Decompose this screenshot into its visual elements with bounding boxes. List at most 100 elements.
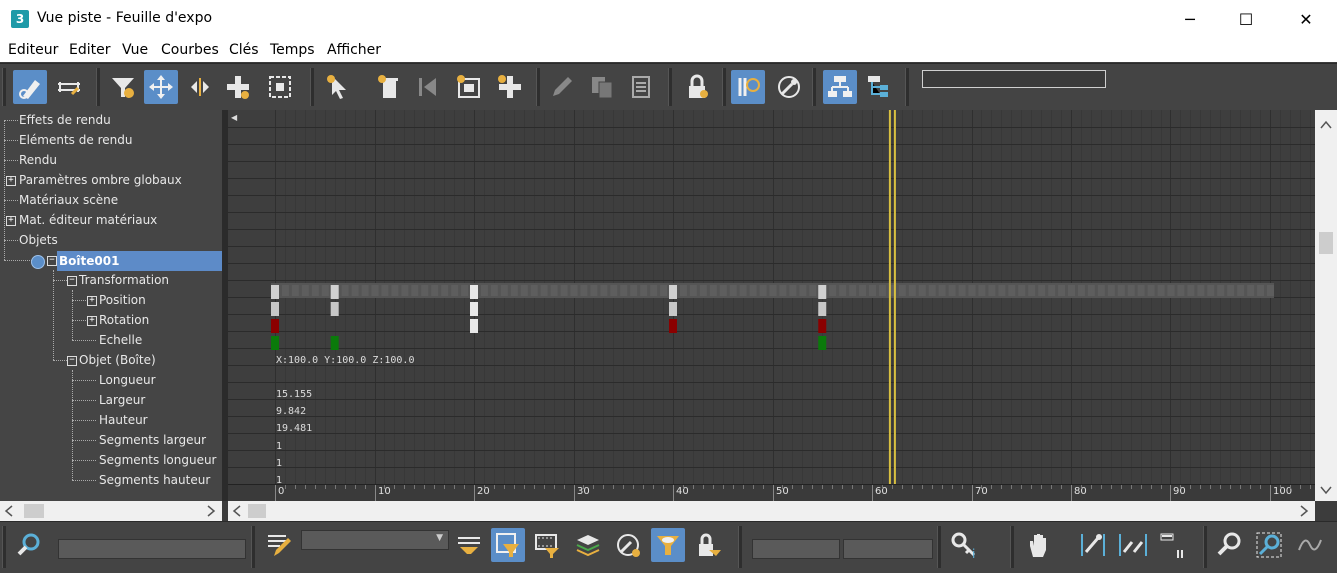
select-pointer-icon[interactable] <box>322 70 356 104</box>
track-horizontal-scrollbar[interactable] <box>228 501 1315 521</box>
tree-item-segments-longueur[interactable]: Segments longueur <box>0 450 222 470</box>
tree-item-rotation[interactable]: + Rotation <box>0 310 222 330</box>
menu-afficher[interactable]: Afficher <box>327 42 381 58</box>
show-key-icon[interactable] <box>772 70 806 104</box>
ruler-minor-tick <box>1290 485 1291 489</box>
paste-icon[interactable] <box>624 70 658 104</box>
copy-icon[interactable] <box>585 70 619 104</box>
collapse-icon[interactable]: − <box>67 276 77 286</box>
vertical-scrollbar[interactable] <box>1315 110 1337 501</box>
key-info-icon[interactable]: i <box>948 528 982 562</box>
menu-temps[interactable]: Temps <box>270 42 315 58</box>
region-icon[interactable] <box>452 70 486 104</box>
filter-visible-icon[interactable] <box>571 528 605 562</box>
tree-item-effets-de-rendu[interactable]: Effets de rendu <box>0 110 222 130</box>
range-cell <box>759 285 767 296</box>
value-field[interactable] <box>843 539 933 559</box>
key-marker <box>470 319 478 333</box>
dope-sheet[interactable]: ◀ X:100.0 Y:100.0 Z:100.0 15.155 9.842 1… <box>228 110 1315 484</box>
key-marker <box>470 285 478 299</box>
tree-item-elements-de-rendu[interactable]: Eléments de rendu <box>0 130 222 150</box>
tree-item-mat-editeur-materiaux[interactable]: + Mat. éditeur matériaux <box>0 210 222 230</box>
filter-selected-icon[interactable] <box>452 528 486 562</box>
edit-track-icon[interactable] <box>262 528 296 562</box>
zoom-icon[interactable] <box>12 528 46 562</box>
range-cell <box>988 285 996 296</box>
filter-controllers-icon[interactable] <box>611 528 645 562</box>
zoom-icon-2[interactable] <box>1212 528 1246 562</box>
ruler-minor-tick <box>1111 485 1112 489</box>
tree-item-boite001[interactable]: − Boîte001 <box>0 251 222 271</box>
lock-selection-icon[interactable] <box>691 528 725 562</box>
maximize-button[interactable]: ☐ <box>1223 0 1269 38</box>
tree-item-segments-hauteur[interactable]: Segments hauteur <box>0 470 222 490</box>
tree-horizontal-scrollbar[interactable] <box>0 501 222 521</box>
tree-item-parametres-ombre-globaux[interactable]: + Paramètres ombre globaux <box>0 170 222 190</box>
collapse-arrow-icon[interactable]: ◀ <box>231 113 237 122</box>
range-cell <box>1147 285 1155 296</box>
tree-item-transformation[interactable]: − Transformation <box>0 270 222 290</box>
edit-ranges-icon[interactable] <box>731 70 765 104</box>
pencil-icon[interactable] <box>545 70 579 104</box>
track-dropdown[interactable]: ▼ <box>301 530 449 550</box>
chevron-down-icon: ▼ <box>436 533 443 543</box>
expand-icon[interactable]: + <box>6 176 16 186</box>
tree-item-longueur[interactable]: Longueur <box>0 370 222 390</box>
filter-keys-icon[interactable] <box>13 70 47 104</box>
menu-vue[interactable]: Vue <box>122 42 148 58</box>
frame-horizontal-icon[interactable] <box>1076 528 1110 562</box>
snap-frames-icon[interactable] <box>52 70 86 104</box>
ruler-minor-tick <box>1300 485 1301 489</box>
expand-icon[interactable]: + <box>87 316 97 326</box>
filter-layers-icon[interactable] <box>531 528 565 562</box>
time-ruler[interactable]: 0 10 20 30 40 50 60 70 80 90 100 <box>228 484 1315 502</box>
range-cell <box>978 285 986 296</box>
isolate-curve-icon[interactable] <box>1293 528 1327 562</box>
move-keys-icon[interactable] <box>144 70 178 104</box>
collapse-icon[interactable]: − <box>67 356 77 366</box>
expand-icon[interactable]: + <box>6 216 16 226</box>
menu-cles[interactable]: Clés <box>229 42 259 58</box>
track-selection-field[interactable] <box>58 539 246 559</box>
tree-item-rendu[interactable]: Rendu <box>0 150 222 170</box>
range-cell <box>799 285 807 296</box>
menu-editeur[interactable]: Editeur <box>8 42 58 58</box>
menu-editer[interactable]: Editer <box>69 42 110 58</box>
range-cell <box>580 285 588 296</box>
menu-courbes[interactable]: Courbes <box>161 42 219 58</box>
scale-keys-icon[interactable] <box>263 70 297 104</box>
tree-item-position[interactable]: + Position <box>0 290 222 310</box>
tree-item-objet-boite[interactable]: − Objet (Boîte) <box>0 350 222 370</box>
frame-value-icon[interactable] <box>1116 528 1150 562</box>
add-keys-icon[interactable] <box>221 70 255 104</box>
range-cell <box>301 285 309 296</box>
zoom-region-icon[interactable] <box>1252 528 1286 562</box>
ruler-minor-tick <box>723 485 724 489</box>
tree-item-largeur[interactable]: Largeur <box>0 390 222 410</box>
frame-range-icon[interactable] <box>1156 528 1190 562</box>
hierarchy-icon[interactable] <box>823 70 857 104</box>
child-tree-icon[interactable] <box>862 70 896 104</box>
pan-icon[interactable] <box>1022 528 1056 562</box>
frame-field[interactable] <box>752 539 840 559</box>
tree-item-hauteur[interactable]: Hauteur <box>0 410 222 430</box>
lock-icon[interactable] <box>680 70 714 104</box>
filter-eye-icon[interactable] <box>651 528 685 562</box>
track-name-field[interactable] <box>922 70 1106 88</box>
collapse-icon[interactable]: − <box>47 256 57 266</box>
close-button[interactable]: ✕ <box>1283 0 1329 38</box>
tree-item-segments-largeur[interactable]: Segments largeur <box>0 430 222 450</box>
filter-icon[interactable] <box>106 70 140 104</box>
delete-key-icon[interactable] <box>372 70 406 104</box>
toolbar-separator <box>310 68 314 106</box>
add-key-icon[interactable] <box>493 70 527 104</box>
filter-animated-icon[interactable] <box>491 528 525 562</box>
first-key-icon[interactable] <box>410 70 444 104</box>
key-marker <box>818 285 827 299</box>
tree-item-objets[interactable]: Objets <box>0 230 222 250</box>
expand-icon[interactable]: + <box>87 296 97 306</box>
tree-item-echelle[interactable]: Echelle <box>0 330 222 350</box>
tree-item-materiaux-scene[interactable]: Matériaux scène <box>0 190 222 210</box>
slide-keys-icon[interactable] <box>183 70 217 104</box>
minimize-button[interactable]: ─ <box>1167 0 1213 38</box>
